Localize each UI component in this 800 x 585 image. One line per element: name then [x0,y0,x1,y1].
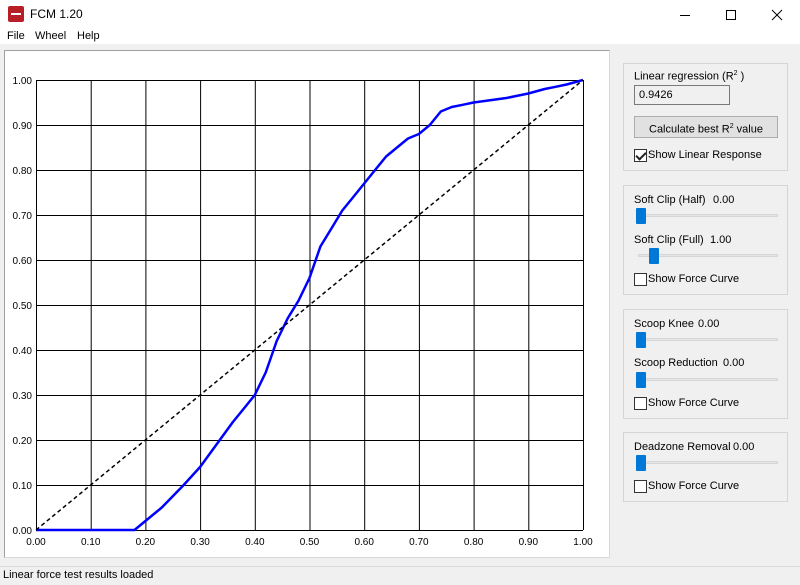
y-tick-label: 0.10 [13,481,33,492]
scoop-reduction-label: Scoop Reduction [634,357,718,369]
deadzone-group: Deadzone Removal 0.00 Show Force Curve [623,432,788,502]
linear-regression-group: Linear regression (R2 ) 0.9426 Calculate… [623,63,788,171]
x-tick-label: 0.70 [409,537,429,548]
linear-regression-label: Linear regression (R2 ) [634,70,745,83]
menu-help[interactable]: Help [77,29,100,43]
y-tick-label: 0.80 [13,166,33,177]
x-tick-label: 0.00 [26,537,46,548]
scoop-show-force-curve-checkbox[interactable] [634,397,647,410]
force-curve-chart: 0.00 0.10 0.20 0.30 0.40 0.50 0.60 0.70 0.80 0.90… [4,50,610,558]
scoop-knee-value: 0.00 [698,318,720,330]
x-tick-label: 1.00 [573,537,593,548]
maximize-button[interactable] [708,0,754,29]
x-tick-label: 0.30 [190,537,210,548]
y-tick-label: 0.50 [13,301,33,312]
status-text: Linear force test results loaded [3,569,154,581]
deadzone-show-force-curve-checkbox[interactable] [634,480,647,493]
deadzone-slider-track [638,461,778,464]
show-linear-response-label: Show Linear Response [648,149,762,161]
y-axis-ticks: 0.00 0.10 0.20 0.30 0.40 0.50 0.60 0.70 0.80 0.90… [13,76,33,537]
maximize-icon [726,9,736,20]
y-tick-label: 0.20 [13,436,33,447]
soft-clip-half-value: 0.00 [713,194,735,206]
soft-clip-group: Soft Clip (Half) 0.00 Soft Clip (Full) 1… [623,185,788,295]
title-bar: FCM 1.20 [0,0,800,29]
soft-clip-full-value: 1.00 [710,234,732,246]
close-icon [771,9,783,20]
y-tick-label: 0.00 [13,526,33,537]
x-tick-label: 0.90 [519,537,539,548]
soft-clip-full-label: Soft Clip (Full) [634,234,704,246]
deadzone-show-force-curve-label: Show Force Curve [648,480,740,492]
y-tick-label: 0.60 [13,256,33,267]
deadzone-removal-label: Deadzone Removal [634,441,731,453]
y-tick-label: 0.70 [13,211,33,222]
x-tick-label: 0.60 [354,537,374,548]
scoop-reduction-slider[interactable] [636,372,646,388]
scoop-knee-slider[interactable] [636,332,646,348]
x-axis-ticks: 0.00 0.10 0.20 0.30 0.40 0.50 0.60 0.70 0.80 0.90… [26,537,593,548]
app-logo-icon [8,6,24,22]
status-bar: Linear force test results loaded [0,566,800,585]
chart-svg: 0.00 0.10 0.20 0.30 0.40 0.50 0.60 0.70 0.80 0.90… [13,76,594,548]
soft-clip-full-slider[interactable] [649,248,659,264]
y-tick-label: 0.90 [13,121,33,132]
soft-clip-half-label: Soft Clip (Half) [634,194,706,206]
scoop-knee-label: Scoop Knee [634,318,694,330]
close-button[interactable] [754,0,800,29]
soft-clip-half-slider-track [638,214,778,217]
x-tick-label: 0.50 [300,537,320,548]
x-tick-label: 0.40 [245,537,265,548]
x-tick-label: 0.80 [464,537,484,548]
calculate-best-r2-button[interactable]: Calculate best R2 value [634,116,778,138]
deadzone-slider[interactable] [636,455,646,471]
scoop-knee-slider-track [638,338,778,341]
show-linear-response-checkbox[interactable] [634,149,647,162]
y-tick-label: 0.40 [13,346,33,357]
r-squared-value-field[interactable]: 0.9426 [634,85,730,105]
x-tick-label: 0.10 [81,537,101,548]
scoop-reduction-slider-track [638,378,778,381]
soft-clip-show-force-curve-label: Show Force Curve [648,273,740,285]
soft-clip-full-slider-track [638,254,778,257]
y-tick-label: 0.30 [13,391,33,402]
window-title: FCM 1.20 [30,7,83,21]
soft-clip-show-force-curve-checkbox[interactable] [634,273,647,286]
menu-bar: File Wheel Help [0,29,800,44]
menu-file[interactable]: File [7,29,25,43]
soft-clip-half-slider[interactable] [636,208,646,224]
scoop-group: Scoop Knee 0.00 Scoop Reduction 0.00 Sho… [623,309,788,419]
deadzone-removal-value: 0.00 [733,441,755,453]
menu-wheel[interactable]: Wheel [35,29,66,43]
minimize-icon [680,14,690,16]
scoop-reduction-value: 0.00 [723,357,745,369]
x-tick-label: 0.20 [136,537,156,548]
minimize-button[interactable] [662,0,708,29]
y-tick-label: 1.00 [13,76,33,87]
scoop-show-force-curve-label: Show Force Curve [648,397,740,409]
